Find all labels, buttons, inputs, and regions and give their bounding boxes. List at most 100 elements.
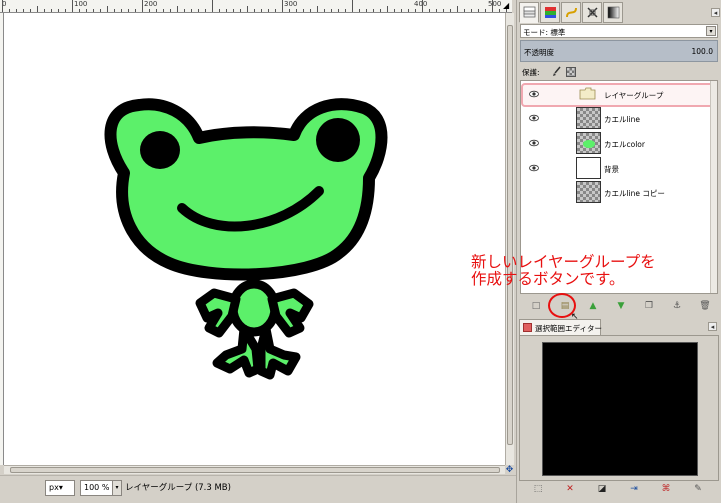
layer-name[interactable]: レイヤーグループ [604,90,663,101]
ruler-tick [331,9,332,12]
ruler-tick [415,9,416,12]
ruler-tick [464,9,465,12]
ruler-tick [23,9,24,12]
ruler-tick [37,6,38,12]
tab-gradient[interactable] [603,2,623,23]
ruler-tick [338,9,339,12]
eye-icon[interactable] [529,90,539,98]
ruler-tick [51,9,52,12]
delete-layer-button[interactable]: 🗑 [698,299,712,313]
gradient-icon [607,6,620,19]
ruler-tick [296,9,297,12]
layer-row-group[interactable]: レイヤーグループ [521,82,717,107]
ruler-tick [275,9,276,12]
anchor-layer-button[interactable]: ⚓ [670,299,684,313]
chevron-down-icon[interactable]: ▾ [706,26,716,36]
brush-icon[interactable] [552,66,562,77]
undo-icon [587,7,598,18]
chevron-down-icon[interactable]: ▾ [112,480,122,496]
selection-editor-body [519,335,719,481]
tab-paths[interactable] [561,2,581,23]
ruler-tick [79,9,80,12]
layer-name[interactable]: カエルline [604,114,640,125]
ruler-tick [135,9,136,12]
ruler-tick [107,6,108,12]
ruler-tick [436,9,437,12]
ruler-tick [394,9,395,12]
lock-row: 保護: [520,66,718,80]
layer-row[interactable]: 背景 [521,156,717,180]
eye-icon[interactable] [529,114,539,122]
arrow-icon[interactable]: ◢ [503,1,511,11]
ruler-tick [450,9,451,12]
stroke-selection-button[interactable]: ✎ [691,482,705,496]
ruler-label: 400 [414,0,428,8]
layer-thumbnail [576,132,601,154]
ruler-tick [373,9,374,12]
ruler-tick [184,9,185,12]
select-all-button[interactable]: ⬚ [531,482,545,496]
panel-menu-button[interactable]: ◂ [708,322,717,331]
folder-icon [579,87,596,100]
layer-list-scrollbar[interactable] [710,81,717,293]
scrollbar-thumb[interactable] [507,25,513,445]
ruler-tick [317,6,318,12]
save-to-channel-button[interactable]: ⇥ [627,482,641,496]
ruler-tick [485,9,486,12]
layer-name[interactable]: カエルcolor [604,139,645,150]
ruler-tick [303,9,304,12]
dock-menu-button[interactable]: ◂ [711,8,720,17]
tab-channels[interactable] [540,2,560,23]
eye-icon[interactable] [529,139,539,147]
ruler-tick [198,9,199,12]
ruler-tick [177,6,178,12]
vertical-scrollbar[interactable] [505,13,514,465]
opacity-value[interactable]: 100.0 [692,47,713,56]
gimp-window: 0 100 200 300 400 500 ◢ ✥ px▾ 100 % ▾ レイ… [0,0,721,503]
ruler-tick [156,9,157,12]
lower-layer-button[interactable]: ▼ [614,299,628,313]
mode-label: モード: 標準 [523,28,566,37]
tab-selection-editor[interactable]: 選択範囲エディター [519,319,602,335]
selection-preview[interactable] [542,342,698,476]
raise-layer-button[interactable]: ▲ [586,299,600,313]
ruler-label: 100 [74,0,88,8]
tab-undo[interactable] [582,2,602,23]
duplicate-layer-button[interactable]: ❐ [642,299,656,313]
layer-row[interactable]: カエルline コピー [521,180,717,204]
unit-select[interactable]: px▾ [45,480,75,496]
ruler-tick [268,9,269,12]
checkerboard-icon[interactable] [566,67,576,77]
invert-selection-button[interactable]: ◪ [595,482,609,496]
ruler-label: 500 [488,0,502,8]
ruler-tick [30,9,31,12]
tab-layers[interactable] [519,2,539,23]
horizontal-scrollbar[interactable] [4,465,505,474]
eye-icon[interactable] [529,164,539,172]
ruler-tick [9,9,10,12]
layer-row[interactable]: カエルline [521,106,717,130]
image-canvas[interactable] [4,13,505,465]
opacity-slider[interactable]: 不透明度 100.0 [520,40,718,62]
select-none-button[interactable]: ✕ [563,482,577,496]
navigate-icon[interactable]: ✥ [504,465,515,475]
ruler-tick [247,6,248,12]
ruler-tick [387,6,388,12]
ruler-tick [366,9,367,12]
new-layer-button[interactable]: □ [529,299,543,313]
frog-color-thumb [583,140,595,148]
horizontal-ruler[interactable]: 0 100 200 300 400 500 ◢ [0,0,512,13]
layer-thumbnail [576,107,601,129]
ruler-tick [310,9,311,12]
scrollbar-thumb[interactable] [10,467,500,473]
lock-label: 保護: [522,68,540,77]
layer-row[interactable]: カエルcolor [521,131,717,155]
selection-button-bar: ⬚ ✕ ◪ ⇥ ⌘ ✎ [519,479,719,499]
layer-name[interactable]: カエルline コピー [604,188,665,199]
mode-select[interactable]: モード: 標準 ▾ [520,24,718,38]
layer-name[interactable]: 背景 [604,164,619,175]
layer-thumbnail [576,181,601,203]
status-text: レイヤーグループ (7.3 MB) [125,483,231,493]
to-path-button[interactable]: ⌘ [659,482,673,496]
channels-icon [545,7,556,18]
